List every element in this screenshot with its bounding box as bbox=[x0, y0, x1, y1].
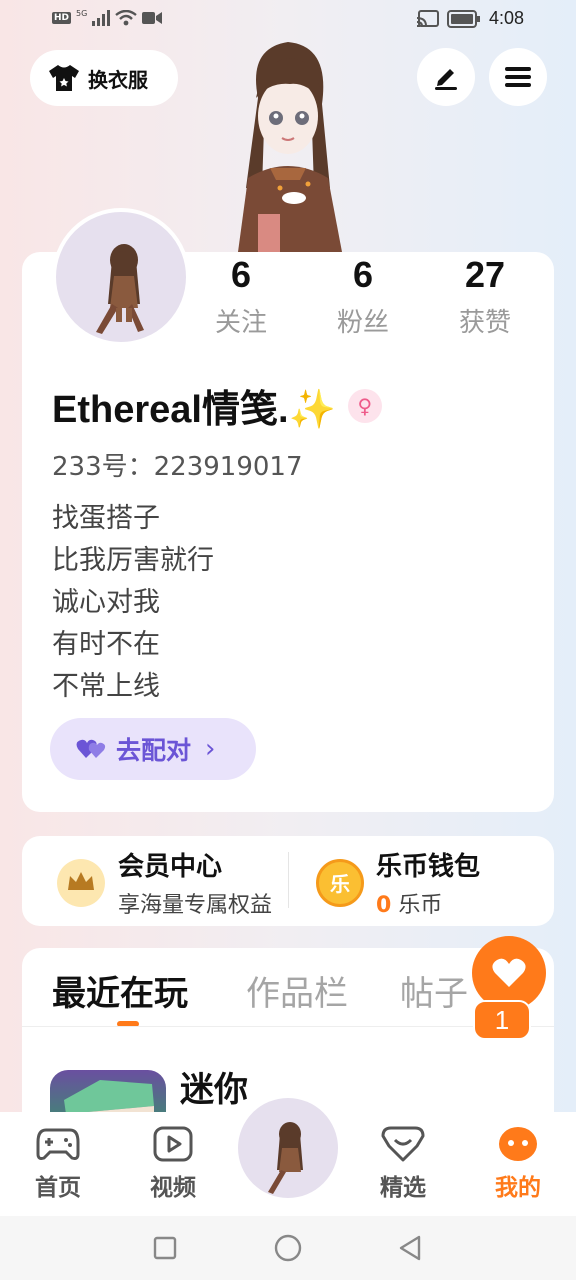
status-right: 4:08 bbox=[416, 8, 524, 29]
stat-likes[interactable]: 27 获赞 bbox=[430, 254, 540, 339]
nav-featured[interactable]: 精选 bbox=[358, 1126, 448, 1202]
user-id: 233号：223919017 bbox=[52, 452, 303, 482]
nav-video[interactable]: 视频 bbox=[128, 1126, 218, 1202]
nav-avatar-button[interactable] bbox=[238, 1098, 338, 1198]
match-label: 去配对 bbox=[116, 736, 192, 765]
coin-icon: 乐 bbox=[316, 858, 364, 907]
back-button[interactable] bbox=[394, 1232, 426, 1264]
likes-label: 获赞 bbox=[458, 308, 511, 338]
network-gen: 5G bbox=[76, 9, 88, 18]
tab-posts[interactable]: 帖子 bbox=[400, 966, 470, 1015]
like-count-badge: 1 bbox=[473, 1000, 531, 1040]
match-button[interactable]: 去配对 › bbox=[50, 718, 256, 780]
wallet-amount: 0 bbox=[376, 893, 392, 918]
tab-recent[interactable]: 最近在玩 bbox=[52, 966, 188, 1015]
nav-featured-label: 精选 bbox=[380, 1175, 426, 1201]
following-count: 6 bbox=[230, 254, 252, 295]
coin-wallet[interactable]: 乐 乐币钱包 0 乐币 bbox=[316, 846, 480, 919]
circle-icon bbox=[274, 1234, 302, 1262]
fans-count: 6 bbox=[352, 254, 374, 295]
pen-icon bbox=[435, 69, 457, 90]
hd-badge: HD bbox=[52, 12, 72, 24]
back-triangle-icon bbox=[399, 1235, 421, 1261]
bio-line: 比我厉害就行 bbox=[52, 545, 214, 576]
game-name[interactable]: 迷你 bbox=[180, 1062, 248, 1111]
battery-icon bbox=[446, 9, 480, 28]
username-row: Ethereal情笺.✨ ♀ bbox=[52, 378, 382, 433]
member-center[interactable]: 会员中心 享海量专属权益 bbox=[56, 846, 272, 919]
shirt-icon bbox=[49, 65, 79, 91]
chevron-right-icon: › bbox=[205, 734, 216, 764]
menu-button[interactable] bbox=[489, 48, 547, 106]
username: Ethereal情笺.✨ bbox=[52, 389, 336, 431]
change-outfit-button[interactable]: 换衣服 bbox=[30, 50, 178, 106]
video-call-icon bbox=[142, 12, 163, 24]
heart-badge-icon bbox=[381, 1126, 425, 1162]
clock: 4:08 bbox=[488, 8, 524, 28]
wifi-icon bbox=[115, 10, 138, 26]
divider bbox=[288, 852, 289, 908]
bio-line: 有时不在 bbox=[52, 629, 160, 660]
double-heart-icon bbox=[76, 739, 106, 758]
nav-home-label: 首页 bbox=[35, 1175, 81, 1201]
bio-line: 不常上线 bbox=[52, 671, 160, 702]
avatar[interactable] bbox=[52, 208, 190, 346]
square-icon bbox=[153, 1236, 177, 1260]
bio-line: 找蛋搭子 bbox=[52, 503, 160, 534]
wallet-unit: 乐币 bbox=[398, 893, 443, 918]
cast-icon bbox=[416, 9, 439, 27]
nav-me-label: 我的 bbox=[495, 1175, 541, 1201]
play-icon bbox=[153, 1126, 193, 1162]
signal-icon bbox=[92, 10, 111, 26]
member-title: 会员中心 bbox=[118, 852, 223, 882]
bio: 找蛋搭子 比我厉害就行 诚心对我 有时不在 不常上线 bbox=[52, 498, 214, 708]
tab-works[interactable]: 作品栏 bbox=[246, 966, 348, 1015]
likes-count: 27 bbox=[464, 254, 506, 295]
nav-video-label: 视频 bbox=[150, 1175, 196, 1201]
wallet-title: 乐币钱包 bbox=[376, 852, 481, 882]
edit-profile-button[interactable] bbox=[417, 48, 475, 106]
wallet-balance: 0 乐币 bbox=[376, 887, 480, 919]
avatar-character-figure bbox=[218, 38, 358, 252]
home-button[interactable] bbox=[272, 1232, 304, 1264]
status-bar: HD 5G 4:08 bbox=[0, 0, 576, 40]
nav-me[interactable]: 我的 bbox=[473, 1126, 563, 1202]
female-icon: ♀ bbox=[347, 388, 382, 423]
bio-line: 诚心对我 bbox=[52, 587, 160, 618]
stat-following[interactable]: 6 关注 bbox=[186, 254, 296, 339]
coin-glyph: 乐 bbox=[330, 872, 350, 896]
gamepad-icon bbox=[36, 1128, 80, 1160]
hamburger-icon bbox=[505, 67, 531, 87]
nav-home[interactable]: 首页 bbox=[13, 1126, 103, 1202]
recent-apps-button[interactable] bbox=[149, 1232, 181, 1264]
like-float-button[interactable] bbox=[472, 936, 546, 1010]
face-icon bbox=[499, 1127, 537, 1161]
member-subtitle: 享海量专属权益 bbox=[118, 893, 273, 918]
status-left: HD 5G bbox=[52, 9, 163, 26]
fans-label: 粉丝 bbox=[336, 308, 389, 338]
crown-icon bbox=[57, 858, 105, 907]
heart-icon bbox=[492, 958, 526, 987]
change-outfit-label: 换衣服 bbox=[88, 67, 148, 92]
following-label: 关注 bbox=[214, 308, 267, 338]
stat-fans[interactable]: 6 粉丝 bbox=[308, 254, 418, 339]
